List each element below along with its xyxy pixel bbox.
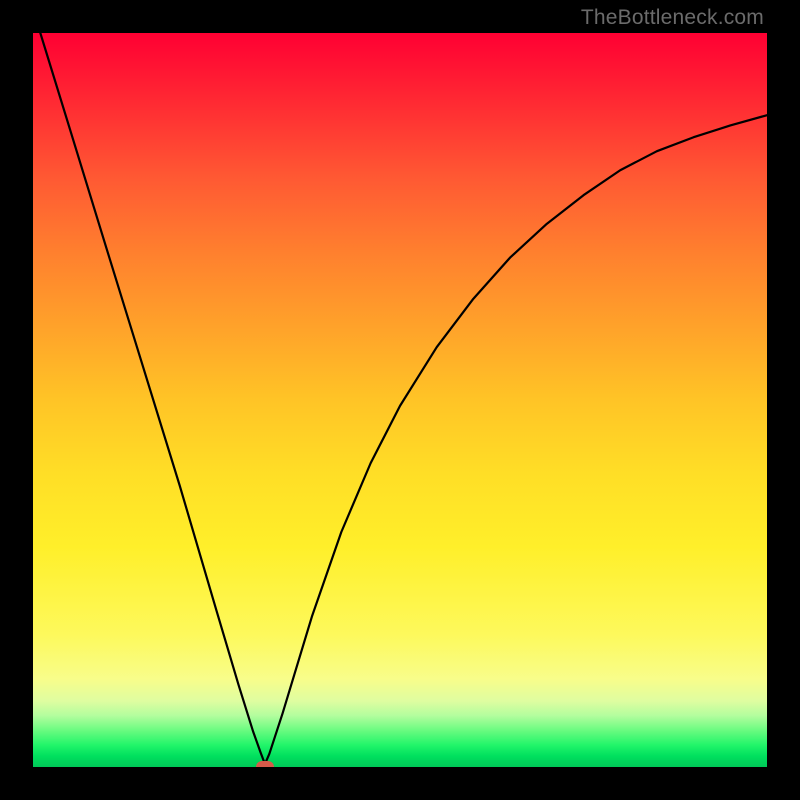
watermark-label: TheBottleneck.com [581, 6, 764, 30]
plot-area [33, 33, 767, 767]
chart-container: TheBottleneck.com [0, 0, 800, 800]
minimum-marker [256, 761, 274, 767]
curve-path [40, 33, 767, 764]
curve-svg [33, 33, 767, 767]
